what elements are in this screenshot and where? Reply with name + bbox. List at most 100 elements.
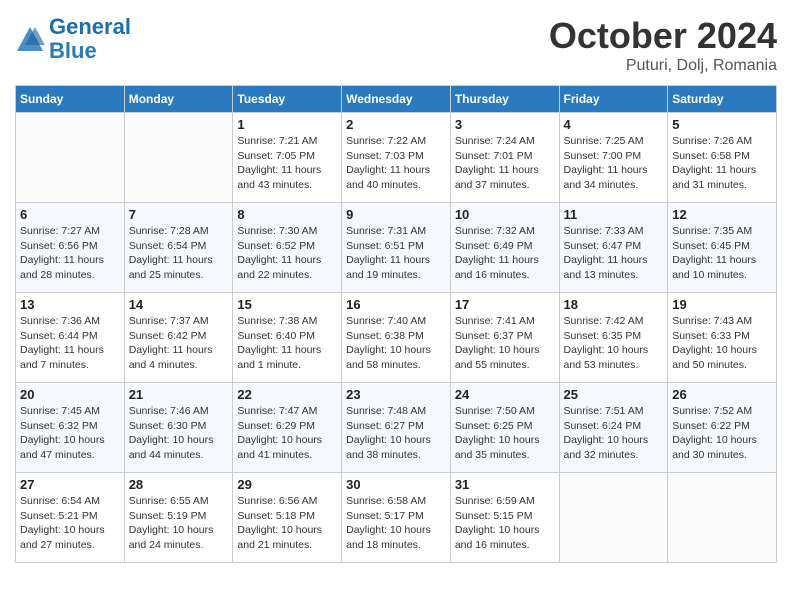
- weekday-header-sunday: Sunday: [16, 86, 125, 113]
- calendar-week-1: 1Sunrise: 7:21 AMSunset: 7:05 PMDaylight…: [16, 113, 777, 203]
- calendar-cell: 2Sunrise: 7:22 AMSunset: 7:03 PMDaylight…: [342, 113, 451, 203]
- day-number: 13: [20, 297, 120, 312]
- calendar-cell: 27 Sunrise: 6:54 AMSunset: 5:21 PMDayligh…: [16, 473, 125, 563]
- calendar-cell: 31 Sunrise: 6:59 AMSunset: 5:15 PMDayligh…: [450, 473, 559, 563]
- day-number: 28: [129, 477, 229, 492]
- weekday-header-row: SundayMondayTuesdayWednesdayThursdayFrid…: [16, 86, 777, 113]
- calendar-cell: [16, 113, 125, 203]
- day-number: 8: [237, 207, 337, 222]
- weekday-header-wednesday: Wednesday: [342, 86, 451, 113]
- location: Puturi, Dolj, Romania: [549, 57, 777, 75]
- day-number: 31: [455, 477, 555, 492]
- day-number: 25: [564, 387, 664, 402]
- calendar-cell: 3 Sunrise: 7:24 AMSunset: 7:01 PMDaylight…: [450, 113, 559, 203]
- calendar-cell: [668, 473, 777, 563]
- calendar-cell: 6 Sunrise: 7:27 AMSunset: 6:56 PMDaylight…: [16, 203, 125, 293]
- calendar-cell: [559, 473, 668, 563]
- calendar-cell: 8Sunrise: 7:30 AMSunset: 6:52 PMDaylight…: [233, 203, 342, 293]
- day-number: 16: [346, 297, 446, 312]
- day-number: 7: [129, 207, 229, 222]
- day-number: 1: [237, 117, 337, 132]
- weekday-header-friday: Friday: [559, 86, 668, 113]
- day-info: Sunrise: 7:35 AMSunset: 6:45 PMDaylight:…: [672, 224, 772, 283]
- day-number: 23: [346, 387, 446, 402]
- day-number: 18: [564, 297, 664, 312]
- day-info: Sunrise: 6:59 AMSunset: 5:15 PMDaylight:…: [455, 494, 555, 553]
- calendar-cell: 12 Sunrise: 7:35 AMSunset: 6:45 PMDayligh…: [668, 203, 777, 293]
- calendar-week-2: 6 Sunrise: 7:27 AMSunset: 6:56 PMDaylight…: [16, 203, 777, 293]
- day-info: Sunrise: 7:31 AMSunset: 6:51 PMDaylight:…: [346, 224, 446, 283]
- calendar-cell: 21Sunrise: 7:46 AMSunset: 6:30 PMDayligh…: [124, 383, 233, 473]
- calendar-cell: 28 Sunrise: 6:55 AMSunset: 5:19 PMDayligh…: [124, 473, 233, 563]
- calendar-cell: 9Sunrise: 7:31 AMSunset: 6:51 PMDaylight…: [342, 203, 451, 293]
- day-number: 26: [672, 387, 772, 402]
- logo-icon: [15, 25, 45, 53]
- day-number: 17: [455, 297, 555, 312]
- day-number: 6: [20, 207, 120, 222]
- day-info: Sunrise: 7:41 AMSunset: 6:37 PMDaylight:…: [455, 314, 555, 373]
- logo-line2: Blue: [49, 38, 97, 63]
- month-title: October 2024: [549, 15, 777, 57]
- calendar-cell: 5 Sunrise: 7:26 AMSunset: 6:58 PMDaylight…: [668, 113, 777, 203]
- calendar-cell: 13Sunrise: 7:36 AMSunset: 6:44 PMDayligh…: [16, 293, 125, 383]
- day-info: Sunrise: 7:50 AMSunset: 6:25 PMDaylight:…: [455, 404, 555, 463]
- day-number: 14: [129, 297, 229, 312]
- day-info: Sunrise: 7:40 AMSunset: 6:38 PMDaylight:…: [346, 314, 446, 373]
- day-number: 27: [20, 477, 120, 492]
- weekday-header-thursday: Thursday: [450, 86, 559, 113]
- calendar-cell: 24Sunrise: 7:50 AMSunset: 6:25 PMDayligh…: [450, 383, 559, 473]
- weekday-header-tuesday: Tuesday: [233, 86, 342, 113]
- day-number: 5: [672, 117, 772, 132]
- day-info: Sunrise: 7:25 AMSunset: 7:00 PMDaylight:…: [564, 134, 664, 193]
- calendar-cell: 1Sunrise: 7:21 AMSunset: 7:05 PMDaylight…: [233, 113, 342, 203]
- day-info: Sunrise: 7:24 AMSunset: 7:01 PMDaylight:…: [455, 134, 555, 193]
- logo-text: General Blue: [49, 15, 131, 63]
- calendar-cell: 22Sunrise: 7:47 AMSunset: 6:29 PMDayligh…: [233, 383, 342, 473]
- day-info: Sunrise: 7:45 AMSunset: 6:32 PMDaylight:…: [20, 404, 120, 463]
- day-number: 30: [346, 477, 446, 492]
- day-number: 15: [237, 297, 337, 312]
- calendar-cell: 18 Sunrise: 7:42 AMSunset: 6:35 PMDayligh…: [559, 293, 668, 383]
- calendar-cell: 10 Sunrise: 7:32 AMSunset: 6:49 PMDayligh…: [450, 203, 559, 293]
- calendar-header: SundayMondayTuesdayWednesdayThursdayFrid…: [16, 86, 777, 113]
- calendar-cell: 26Sunrise: 7:52 AMSunset: 6:22 PMDayligh…: [668, 383, 777, 473]
- day-info: Sunrise: 6:58 AMSunset: 5:17 PMDaylight:…: [346, 494, 446, 553]
- day-info: Sunrise: 7:42 AMSunset: 6:35 PMDaylight:…: [564, 314, 664, 373]
- day-info: Sunrise: 7:22 AMSunset: 7:03 PMDaylight:…: [346, 134, 446, 193]
- day-info: Sunrise: 7:38 AMSunset: 6:40 PMDaylight:…: [237, 314, 337, 373]
- logo: General Blue: [15, 15, 131, 63]
- calendar-cell: [124, 113, 233, 203]
- day-number: 4: [564, 117, 664, 132]
- title-block: October 2024 Puturi, Dolj, Romania: [549, 15, 777, 75]
- day-info: Sunrise: 7:32 AMSunset: 6:49 PMDaylight:…: [455, 224, 555, 283]
- calendar-cell: 16 Sunrise: 7:40 AMSunset: 6:38 PMDayligh…: [342, 293, 451, 383]
- day-info: Sunrise: 7:37 AMSunset: 6:42 PMDaylight:…: [129, 314, 229, 373]
- day-number: 20: [20, 387, 120, 402]
- day-info: Sunrise: 7:27 AMSunset: 6:56 PMDaylight:…: [20, 224, 120, 283]
- calendar-cell: 30 Sunrise: 6:58 AMSunset: 5:17 PMDayligh…: [342, 473, 451, 563]
- calendar-cell: 15 Sunrise: 7:38 AMSunset: 6:40 PMDayligh…: [233, 293, 342, 383]
- weekday-header-monday: Monday: [124, 86, 233, 113]
- calendar-cell: 17 Sunrise: 7:41 AMSunset: 6:37 PMDayligh…: [450, 293, 559, 383]
- day-number: 12: [672, 207, 772, 222]
- calendar-week-4: 20 Sunrise: 7:45 AMSunset: 6:32 PMDayligh…: [16, 383, 777, 473]
- calendar-cell: 29 Sunrise: 6:56 AMSunset: 5:18 PMDayligh…: [233, 473, 342, 563]
- day-number: 3: [455, 117, 555, 132]
- day-info: Sunrise: 6:55 AMSunset: 5:19 PMDaylight:…: [129, 494, 229, 553]
- day-info: Sunrise: 7:26 AMSunset: 6:58 PMDaylight:…: [672, 134, 772, 193]
- calendar-cell: 11Sunrise: 7:33 AMSunset: 6:47 PMDayligh…: [559, 203, 668, 293]
- page-header: General Blue October 2024 Puturi, Dolj, …: [15, 15, 777, 75]
- calendar-cell: 20 Sunrise: 7:45 AMSunset: 6:32 PMDayligh…: [16, 383, 125, 473]
- day-number: 10: [455, 207, 555, 222]
- calendar-week-5: 27 Sunrise: 6:54 AMSunset: 5:21 PMDayligh…: [16, 473, 777, 563]
- day-info: Sunrise: 7:43 AMSunset: 6:33 PMDaylight:…: [672, 314, 772, 373]
- day-number: 22: [237, 387, 337, 402]
- day-info: Sunrise: 7:28 AMSunset: 6:54 PMDaylight:…: [129, 224, 229, 283]
- day-info: Sunrise: 6:54 AMSunset: 5:21 PMDaylight:…: [20, 494, 120, 553]
- calendar-table: SundayMondayTuesdayWednesdayThursdayFrid…: [15, 85, 777, 563]
- day-number: 29: [237, 477, 337, 492]
- day-info: Sunrise: 6:56 AMSunset: 5:18 PMDaylight:…: [237, 494, 337, 553]
- calendar-cell: 25Sunrise: 7:51 AMSunset: 6:24 PMDayligh…: [559, 383, 668, 473]
- calendar-week-3: 13Sunrise: 7:36 AMSunset: 6:44 PMDayligh…: [16, 293, 777, 383]
- calendar-cell: 7 Sunrise: 7:28 AMSunset: 6:54 PMDaylight…: [124, 203, 233, 293]
